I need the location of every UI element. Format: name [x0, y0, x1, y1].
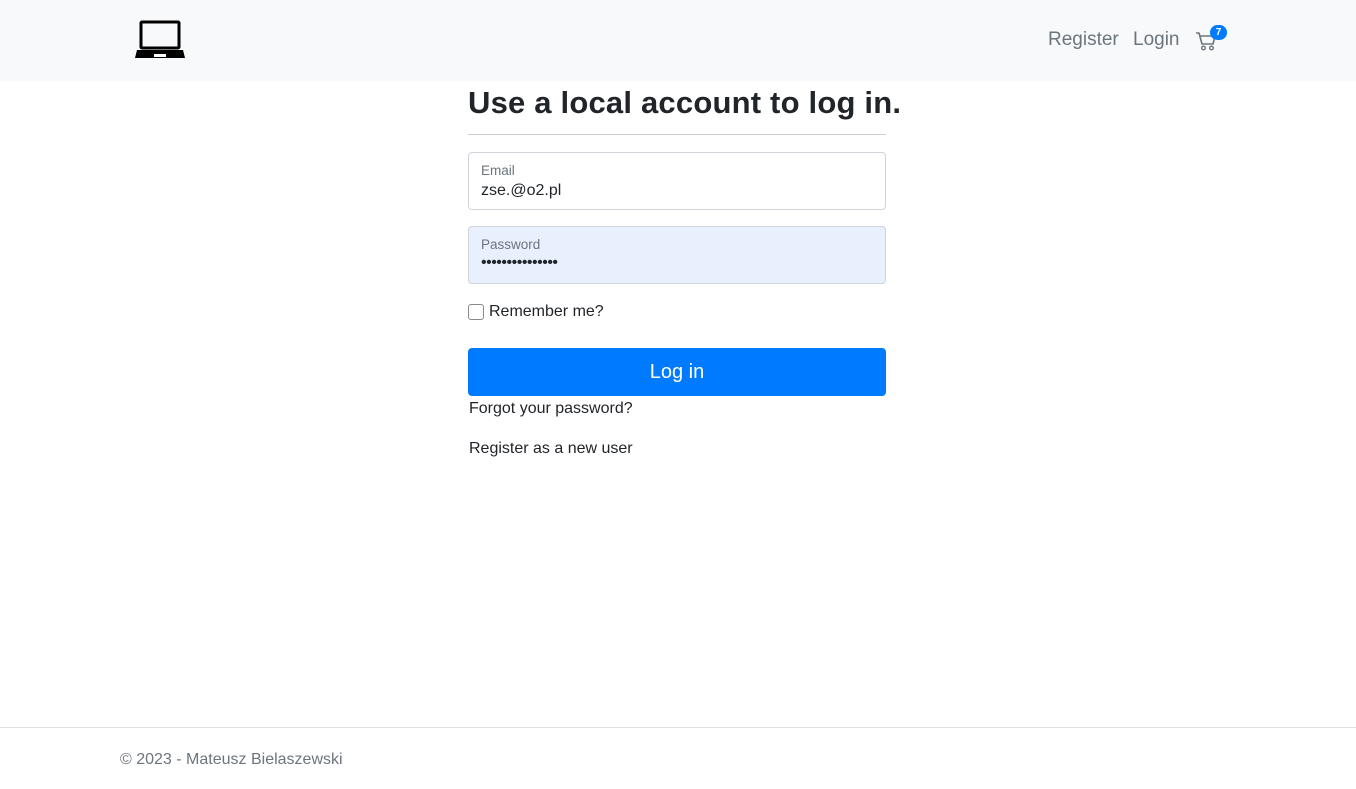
email-input[interactable]	[481, 182, 871, 200]
register-new-user-link[interactable]: Register as a new user	[469, 440, 633, 458]
nav-login-link[interactable]: Login	[1133, 29, 1180, 51]
login-button[interactable]: Log in	[468, 348, 886, 396]
email-field[interactable]: Email	[468, 152, 886, 210]
remember-me-checkbox[interactable]	[468, 304, 484, 320]
laptop-icon[interactable]	[134, 19, 186, 61]
nav-register-link[interactable]: Register	[1048, 29, 1119, 51]
footer-copyright: © 2023 - Mateusz Bielaszewski	[120, 751, 343, 768]
password-field[interactable]: Password •••••••••••••••	[468, 226, 886, 284]
email-label: Email	[481, 163, 515, 178]
page-title: Use a local account to log in.	[468, 85, 902, 120]
password-input[interactable]: •••••••••••••••	[481, 254, 871, 272]
footer: © 2023 - Mateusz Bielaszewski	[0, 727, 1356, 789]
divider	[468, 134, 886, 135]
password-label: Password	[481, 237, 541, 252]
forgot-password-link[interactable]: Forgot your password?	[469, 400, 633, 418]
remember-me-label[interactable]: Remember me?	[489, 303, 604, 321]
navbar: Register Login 7	[0, 0, 1356, 81]
cart-count-badge: 7	[1210, 25, 1227, 40]
